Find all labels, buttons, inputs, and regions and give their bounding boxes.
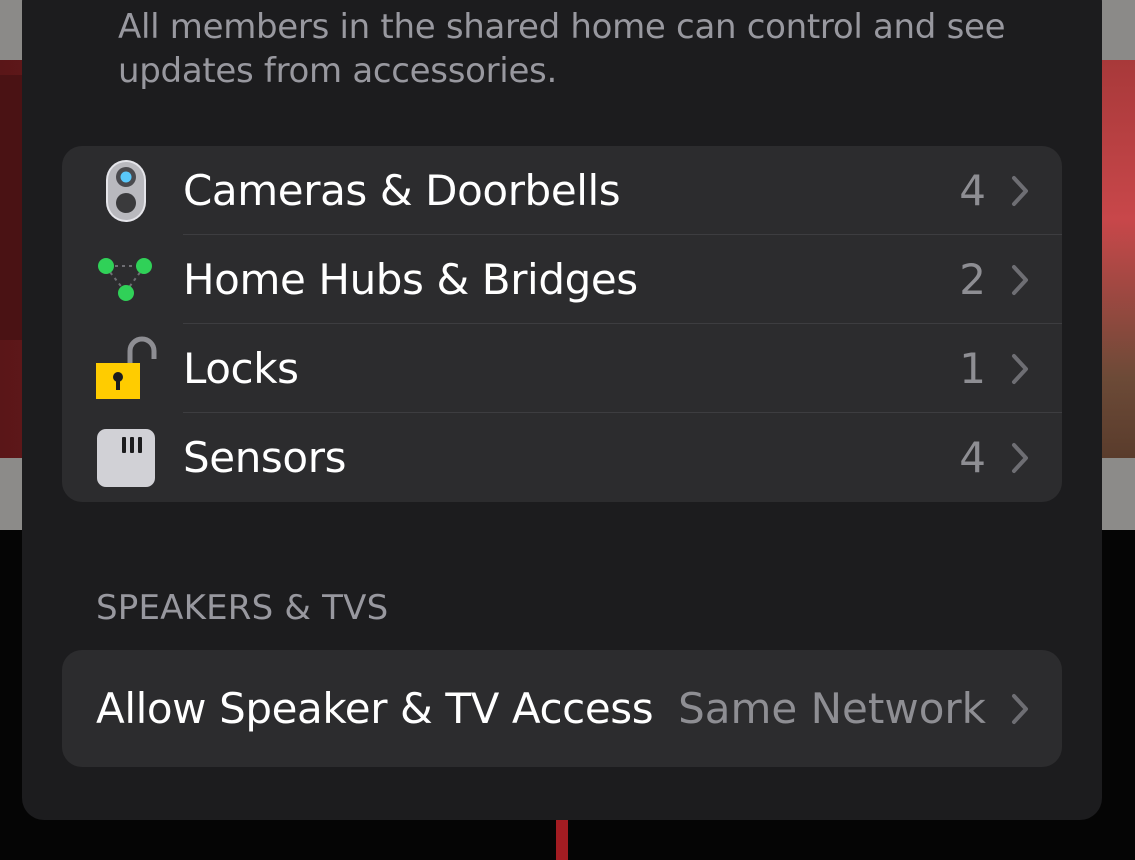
- speakers-tvs-section-header: SPEAKERS & TVS: [96, 588, 389, 628]
- shared-home-description: All members in the shared home can contr…: [118, 7, 1006, 91]
- hub-icon: [94, 248, 158, 312]
- accessory-count: 4: [959, 166, 986, 215]
- accessory-count: 4: [959, 433, 986, 482]
- chevron-right-icon: [1010, 175, 1030, 207]
- accessory-row-sensors[interactable]: Sensors 4: [62, 413, 1062, 502]
- allow-speaker-tv-access-label: Allow Speaker & TV Access: [96, 684, 654, 733]
- camera-doorbell-icon: [94, 159, 158, 223]
- accessory-label: Home Hubs & Bridges: [183, 255, 638, 304]
- background-red-strip: [556, 818, 568, 860]
- lock-icon: [94, 336, 158, 401]
- background-right-photo: [1100, 60, 1135, 458]
- speakers-tvs-group: Allow Speaker & TV Access Same Network: [62, 650, 1062, 767]
- accessory-label: Locks: [183, 344, 299, 393]
- accessory-label: Cameras & Doorbells: [183, 166, 621, 215]
- accessory-row-locks[interactable]: Locks 1: [62, 324, 1062, 413]
- chevron-right-icon: [1010, 442, 1030, 474]
- speaker-access-value: Same Network: [678, 684, 986, 733]
- sensor-icon: [94, 426, 158, 490]
- accessory-label: Sensors: [183, 433, 347, 482]
- accessory-row-cameras-doorbells[interactable]: Cameras & Doorbells 4: [62, 146, 1062, 235]
- chevron-right-icon: [1010, 264, 1030, 296]
- accessory-count: 2: [959, 255, 986, 304]
- accessories-list: Cameras & Doorbells 4 Home Hubs & Bridge…: [62, 146, 1062, 502]
- accessory-count: 1: [959, 344, 986, 393]
- background-photo-shadow: [0, 75, 22, 340]
- accessory-row-home-hubs-bridges[interactable]: Home Hubs & Bridges 2: [62, 235, 1062, 324]
- chevron-right-icon: [1010, 693, 1030, 725]
- allow-speaker-tv-access-row[interactable]: Allow Speaker & TV Access Same Network: [62, 650, 1062, 767]
- chevron-right-icon: [1010, 353, 1030, 385]
